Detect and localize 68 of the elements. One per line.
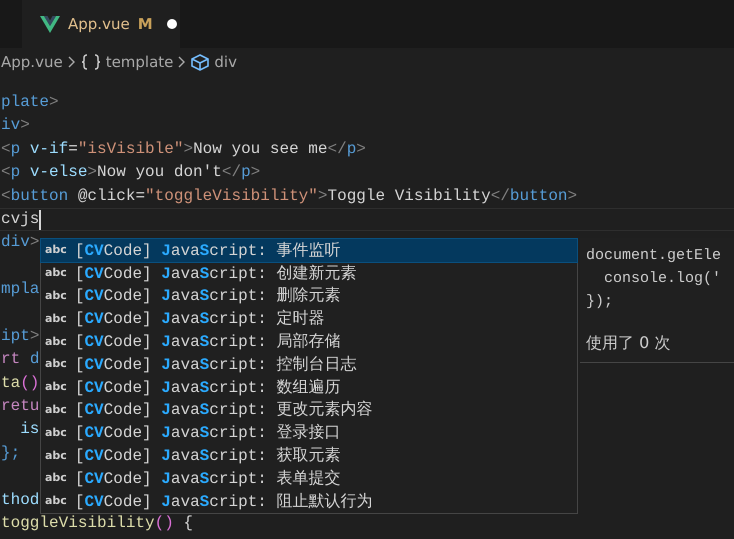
code-line: ipt>: [1, 326, 40, 347]
suggestion-item[interactable]: abc [CVCode] JavaScript: 事件监听: [41, 239, 577, 262]
code-line: rt d: [1, 349, 40, 370]
suggestion-item[interactable]: abc [CVCode] JavaScript: 获取元素: [41, 444, 577, 467]
suggestion-item[interactable]: abc [CVCode] JavaScript: 登录接口: [41, 421, 577, 444]
breadcrumb-item[interactable]: div: [214, 53, 237, 71]
cube-icon: [191, 54, 210, 70]
usage-count: 使用了 0 次: [586, 333, 672, 354]
breadcrumb-item[interactable]: App.vue: [1, 53, 63, 71]
text-cursor: [39, 210, 42, 230]
code-preview-line: document.getEle: [586, 246, 722, 266]
code-line: };: [1, 442, 20, 464]
suggestion-label: [CVCode] JavaScript: 事件监听: [74, 240, 340, 261]
suggestion-item[interactable]: abc [CVCode] JavaScript: 定时器: [41, 307, 577, 330]
suggestion-label: [CVCode] JavaScript: 数组遍历: [74, 378, 340, 398]
suggestion-label: [CVCode] JavaScript: 控制台日志: [74, 354, 356, 375]
git-status: M: [138, 15, 153, 33]
code-line: <p v-if="isVisible">Now you see me</p>: [1, 138, 366, 160]
suggestion-item[interactable]: abc [CVCode] JavaScript: 创建新元素: [41, 262, 577, 285]
suggestion-item[interactable]: abc [CVCode] JavaScript: 数组遍历: [41, 376, 577, 399]
chevron-icon: [178, 56, 186, 68]
v-logo-icon: [40, 16, 60, 32]
text-icon: abc: [45, 288, 67, 303]
text-icon: abc: [45, 357, 67, 372]
code-line: is: [19, 419, 40, 440]
code-line: thod: [1, 490, 40, 511]
text-icon: abc: [45, 471, 67, 486]
text-icon: abc: [45, 312, 67, 326]
code-line: div>: [1, 232, 40, 254]
code-preview-line: });: [586, 292, 614, 312]
suggestion-item[interactable]: abc [CVCode] JavaScript: 控制台日志: [41, 352, 577, 376]
text-icon: abc: [45, 426, 67, 440]
suggestion-item[interactable]: abc [CVCode] JavaScript: 局部存储: [41, 330, 577, 353]
code-line: mpla: [1, 279, 40, 300]
braces-icon: [80, 54, 101, 70]
code-line: <button @click="toggleVisibility">Toggle Visibility</button>: [1, 186, 578, 207]
suggestion-label: [CVCode] JavaScript: 阻止默认行为: [74, 492, 372, 512]
code-line: plate>: [1, 92, 59, 113]
suggestion-label: [CVCode] JavaScript: 获取元素: [74, 446, 340, 466]
code-line: cvjs: [1, 208, 40, 230]
tab-title: App.vue: [68, 15, 130, 33]
text-icon: abc: [45, 266, 67, 280]
code-line: ta(): [1, 372, 40, 394]
suggestion-label: [CVCode] JavaScript: 局部存储: [74, 332, 340, 352]
suggestion-label: [CVCode] JavaScript: 更改元素内容: [74, 400, 372, 420]
suggestion-item[interactable]: abc [CVCode] JavaScript: 删除元素: [41, 284, 577, 308]
text-icon: abc: [45, 334, 67, 349]
suggestion-label: [CVCode] JavaScript: 删除元素: [74, 286, 340, 306]
suggestion-label: [CVCode] JavaScript: 表单提交: [74, 468, 340, 489]
breadcrumb-item[interactable]: template: [106, 53, 174, 71]
text-icon: abc: [45, 448, 67, 463]
suggestion-label: [CVCode] JavaScript: 登录接口: [74, 422, 340, 444]
editor-tab[interactable]: App.vue M: [22, 0, 180, 48]
suggestion-item[interactable]: abc [CVCode] JavaScript: 表单提交: [41, 466, 577, 490]
text-icon: abc: [45, 243, 67, 258]
code-preview-line: console.log(': [603, 269, 722, 289]
chevron-icon: [68, 56, 76, 68]
code-line: toggleVisibility() {: [1, 513, 194, 534]
text-icon: abc: [45, 380, 67, 394]
text-icon: abc: [45, 494, 67, 508]
suggestion-label: [CVCode] JavaScript: 创建新元素: [74, 264, 356, 284]
code-line: <p v-else>Now you don't</p>: [1, 162, 260, 184]
suggestion-item[interactable]: abc [CVCode] JavaScript: 更改元素内容: [41, 398, 577, 422]
suggestion-item[interactable]: abc [CVCode] JavaScript: 阻止默认行为: [41, 490, 577, 513]
text-icon: abc: [45, 402, 67, 417]
code-line: retu: [1, 396, 40, 418]
code-line: iv>: [1, 115, 30, 136]
suggestion-label: [CVCode] JavaScript: 定时器: [74, 308, 324, 330]
